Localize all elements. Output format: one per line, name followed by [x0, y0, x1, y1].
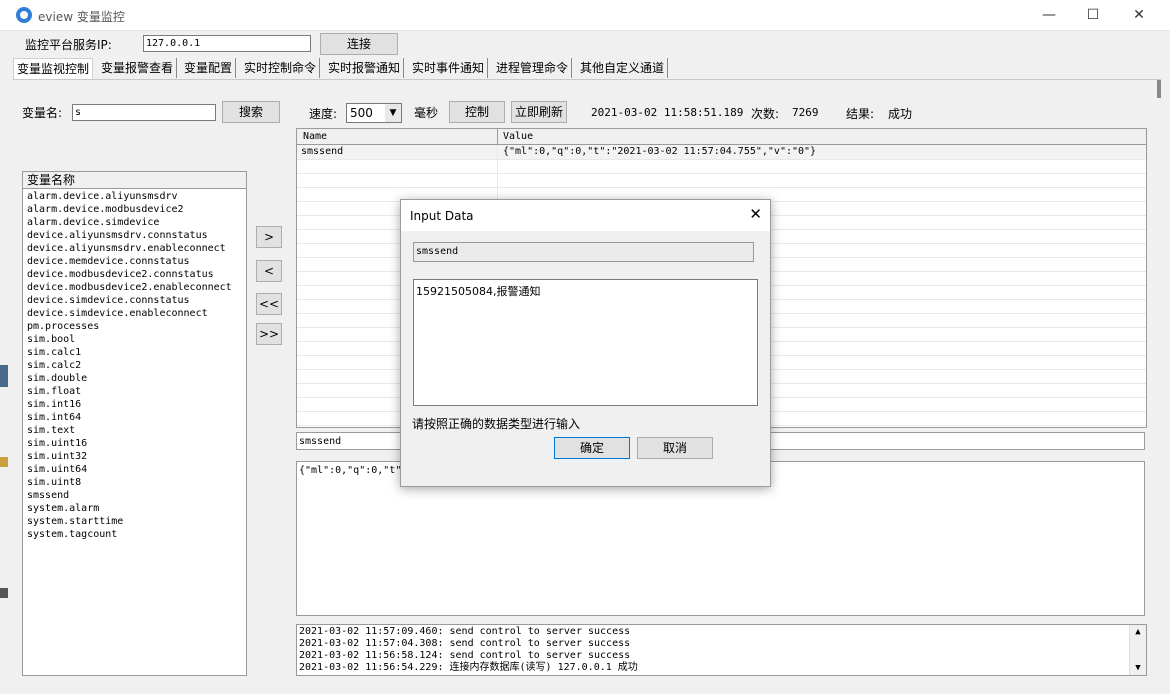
dialog-title: Input Data: [410, 209, 474, 223]
speed-unit: 毫秒: [414, 106, 439, 120]
server-ip-label: 监控平台服务IP:: [25, 38, 112, 52]
list-item[interactable]: system.alarm: [23, 502, 246, 515]
list-item[interactable]: alarm.device.aliyunsmsdrv: [23, 190, 246, 203]
dialog-close-icon[interactable]: ✕: [749, 205, 762, 223]
dialog-hint: 请按照正确的数据类型进行输入: [412, 417, 581, 431]
list-item[interactable]: device.aliyunsmsdrv.connstatus: [23, 229, 246, 242]
remove-variable-button[interactable]: <: [256, 260, 282, 282]
tab-process-management[interactable]: 进程管理命令: [493, 58, 573, 78]
tab-custom-channel[interactable]: 其他自定义通道: [577, 58, 669, 78]
list-item[interactable]: sim.double: [23, 372, 246, 385]
window-title: eview 变量监控: [38, 10, 125, 24]
list-item[interactable]: sim.float: [23, 385, 246, 398]
list-item[interactable]: sim.calc2: [23, 359, 246, 372]
list-item[interactable]: device.modbusdevice2.connstatus: [23, 268, 246, 281]
grid-line: [297, 173, 1146, 174]
tab-realtime-event[interactable]: 实时事件通知: [409, 58, 489, 78]
scroll-up-icon[interactable]: ▲: [1130, 625, 1146, 639]
list-item[interactable]: system.starttime: [23, 515, 246, 528]
maximize-button[interactable]: ☐: [1070, 0, 1116, 30]
scroll-down-icon[interactable]: ▼: [1130, 661, 1146, 675]
close-button[interactable]: ✕: [1116, 0, 1162, 30]
list-item[interactable]: sim.calc1: [23, 346, 246, 359]
row-value: {"ml":0,"q":0,"t":"2021-03-02 11:57:04.7…: [503, 146, 817, 157]
count-label: 次数:: [751, 107, 780, 121]
remove-all-variables-button[interactable]: <<: [256, 293, 282, 315]
column-header-name[interactable]: Name: [303, 131, 327, 142]
log-line: 2021-03-02 11:56:54.229: 连接内存数据库(读写) 127…: [299, 662, 638, 673]
connect-button[interactable]: 连接: [320, 33, 398, 55]
list-item[interactable]: sim.int16: [23, 398, 246, 411]
result-value: 成功: [888, 107, 913, 121]
tab-divider: [13, 79, 1161, 80]
list-item[interactable]: sim.uint8: [23, 476, 246, 489]
grid-line: [297, 159, 1146, 160]
search-input[interactable]: s: [72, 104, 216, 121]
list-item[interactable]: sim.text: [23, 424, 246, 437]
table-row[interactable]: smssend {"ml":0,"q":0,"t":"2021-03-02 11…: [297, 145, 1146, 159]
background-window-fragment: [0, 365, 8, 387]
count-value: 7269: [792, 106, 819, 119]
ok-button[interactable]: 确定: [554, 437, 630, 459]
speed-select-value: 500: [350, 106, 373, 120]
variable-list-header[interactable]: 变量名称: [23, 172, 246, 189]
speed-select[interactable]: 500 ▼: [346, 103, 402, 123]
search-label: 变量名:: [22, 106, 63, 120]
list-item[interactable]: smssend: [23, 489, 246, 502]
column-divider[interactable]: [497, 129, 498, 144]
app-logo-icon: [16, 7, 32, 23]
tab-realtime-alarm[interactable]: 实时报警通知: [325, 58, 405, 78]
list-item[interactable]: pm.processes: [23, 320, 246, 333]
column-header-value[interactable]: Value: [503, 131, 533, 142]
list-item[interactable]: device.simdevice.enableconnect: [23, 307, 246, 320]
list-item[interactable]: sim.uint32: [23, 450, 246, 463]
last-update-timestamp: 2021-03-02 11:58:51.189: [591, 106, 744, 119]
list-item[interactable]: device.simdevice.connstatus: [23, 294, 246, 307]
cancel-button[interactable]: 取消: [637, 437, 713, 459]
panel-scroll-indicator: [1157, 80, 1161, 98]
speed-label: 速度:: [309, 107, 338, 121]
dialog-variable-name: smssend: [413, 242, 754, 262]
tab-variable-config[interactable]: 变量配置: [181, 58, 237, 78]
background-window-fragment: [0, 457, 8, 467]
input-data-dialog: Input Data ✕ smssend 15921505084,报警通知 请按…: [400, 199, 771, 487]
list-item[interactable]: sim.uint16: [23, 437, 246, 450]
list-item[interactable]: sim.int64: [23, 411, 246, 424]
result-label: 结果:: [846, 107, 875, 121]
list-item[interactable]: device.aliyunsmsdrv.enableconnect: [23, 242, 246, 255]
background-window-fragment: [0, 588, 8, 598]
log-line: 2021-03-02 11:57:09.460: send control to…: [299, 626, 631, 637]
dialog-value-input[interactable]: 15921505084,报警通知: [413, 279, 758, 406]
tab-variable-monitor[interactable]: 变量监视控制: [13, 58, 94, 79]
tab-realtime-control[interactable]: 实时控制命令: [241, 58, 321, 78]
list-item[interactable]: device.modbusdevice2.enableconnect: [23, 281, 246, 294]
list-item[interactable]: sim.uint64: [23, 463, 246, 476]
log-line: 2021-03-02 11:57:04.308: send control to…: [299, 638, 631, 649]
chevron-down-icon[interactable]: ▼: [385, 104, 401, 122]
row-name: smssend: [301, 146, 344, 157]
list-item[interactable]: alarm.device.modbusdevice2: [23, 203, 246, 216]
list-item[interactable]: system.tagcount: [23, 528, 246, 541]
search-button[interactable]: 搜索: [222, 101, 280, 123]
variable-list[interactable]: 变量名称 alarm.device.aliyunsmsdrv alarm.devi…: [22, 171, 247, 676]
grid-line: [297, 187, 1146, 188]
minimize-button[interactable]: —: [1026, 0, 1072, 30]
add-variable-button[interactable]: >: [256, 226, 282, 248]
watch-table-header: Name Value: [297, 129, 1146, 145]
list-item[interactable]: alarm.device.simdevice: [23, 216, 246, 229]
log-panel[interactable]: 2021-03-02 11:57:09.460: send control to…: [296, 624, 1147, 676]
log-line: 2021-03-02 11:56:58.124: send control to…: [299, 650, 631, 661]
tab-alarm-view[interactable]: 变量报警查看: [98, 58, 178, 78]
refresh-now-button[interactable]: 立即刷新: [511, 101, 567, 123]
list-item[interactable]: device.memdevice.connstatus: [23, 255, 246, 268]
add-all-variables-button[interactable]: >>: [256, 323, 282, 345]
server-ip-input[interactable]: 127.0.0.1: [143, 35, 311, 52]
log-scrollbar[interactable]: ▲ ▼: [1129, 625, 1146, 675]
control-button[interactable]: 控制: [449, 101, 505, 123]
list-item[interactable]: sim.bool: [23, 333, 246, 346]
title-bar: eview 变量监控 — ☐ ✕: [0, 0, 1170, 30]
